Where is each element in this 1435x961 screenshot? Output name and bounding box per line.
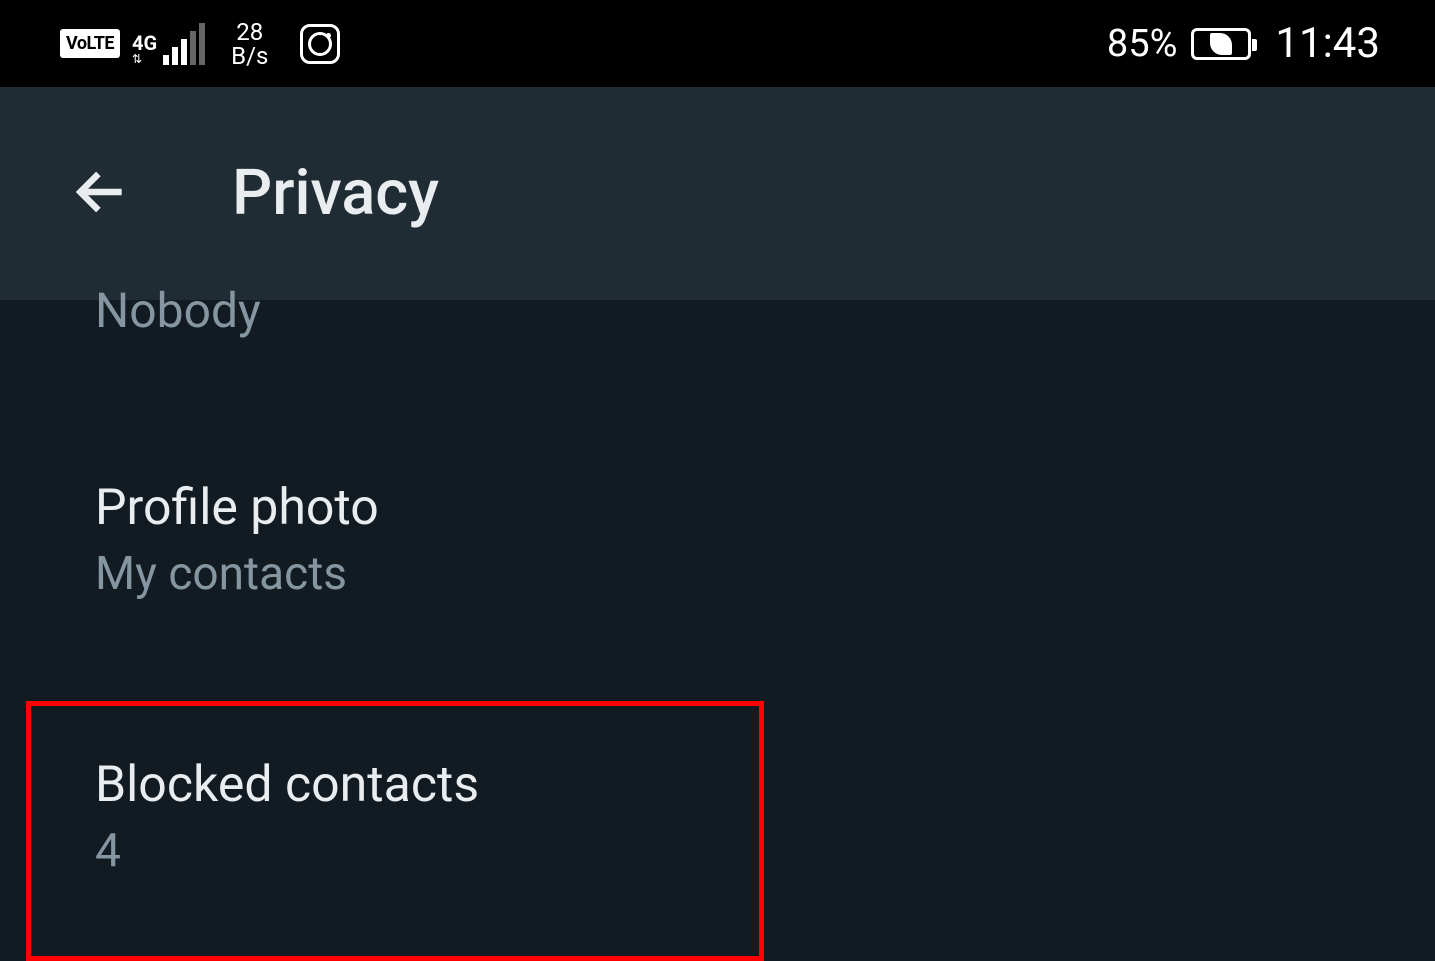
blocked-contacts-value: 4 [95, 824, 1340, 878]
volte-indicator: VoLTE [60, 29, 120, 58]
battery-percentage: 85% [1107, 22, 1178, 66]
partial-setting-value: Nobody [95, 282, 1340, 339]
page-title: Privacy [232, 157, 439, 230]
network-type-icon: 4G ⇅ [132, 33, 157, 65]
settings-content: Nobody Profile photo My contacts Blocked… [0, 282, 1435, 913]
blocked-contacts-setting[interactable]: Blocked contacts 4 [0, 701, 1435, 913]
blocked-contacts-wrapper: Blocked contacts 4 [0, 701, 1435, 913]
data-speed-unit: B/s [231, 44, 268, 68]
blocked-contacts-title: Blocked contacts [95, 756, 1340, 814]
back-button[interactable] [70, 161, 132, 227]
app-header: Privacy [0, 87, 1435, 300]
data-speed-value: 28 [236, 20, 263, 44]
battery-icon [1191, 28, 1251, 60]
profile-photo-value: My contacts [95, 547, 1340, 601]
status-right: 85% 11:43 [1107, 19, 1380, 68]
power-saving-leaf-icon [1210, 33, 1232, 55]
profile-photo-setting[interactable]: Profile photo My contacts [0, 444, 1435, 636]
signal-cluster: 4G ⇅ [132, 23, 205, 65]
back-arrow-icon [70, 161, 132, 223]
data-arrows-icon: ⇅ [132, 53, 142, 65]
instagram-notification-icon [300, 24, 340, 64]
network-type-label: 4G [132, 33, 157, 53]
status-bar: VoLTE 4G ⇅ 28 B/s 85% 11:43 [0, 0, 1435, 87]
data-speed-indicator: 28 B/s [231, 20, 268, 68]
clock: 11:43 [1275, 19, 1380, 68]
status-left: VoLTE 4G ⇅ 28 B/s [60, 20, 340, 68]
partial-setting-item[interactable]: Nobody [0, 282, 1435, 339]
profile-photo-title: Profile photo [95, 479, 1340, 537]
signal-bars-icon [163, 23, 205, 65]
